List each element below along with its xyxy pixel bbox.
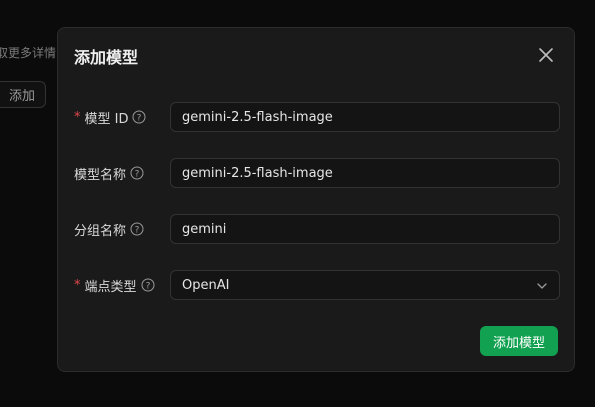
form-row-endpoint-type: * 端点类型 ? OpenAI bbox=[74, 270, 560, 300]
background-add-button[interactable]: 添加 bbox=[0, 81, 46, 108]
add-model-button-label: 添加模型 bbox=[492, 335, 545, 351]
close-button[interactable] bbox=[537, 46, 555, 64]
help-icon[interactable]: ? bbox=[141, 278, 155, 292]
model-name-input[interactable] bbox=[182, 165, 548, 181]
endpoint-type-select[interactable]: OpenAI bbox=[170, 270, 560, 300]
model-id-label: * 模型 ID ? bbox=[74, 102, 146, 132]
form-row-group-name: 分组名称 ? bbox=[74, 214, 560, 244]
model-name-field[interactable] bbox=[170, 158, 560, 188]
svg-text:?: ? bbox=[135, 169, 140, 179]
group-name-field[interactable] bbox=[170, 214, 560, 244]
dialog-title: 添加模型 bbox=[74, 48, 139, 67]
model-id-label-text: 模型 ID bbox=[84, 111, 129, 127]
endpoint-type-value: OpenAI bbox=[182, 277, 230, 293]
required-marker: * bbox=[74, 277, 81, 293]
svg-text:?: ? bbox=[137, 113, 142, 123]
model-id-input[interactable] bbox=[182, 109, 548, 125]
model-name-label: 模型名称 ? bbox=[74, 158, 144, 188]
chevron-down-icon bbox=[537, 283, 547, 289]
help-icon[interactable]: ? bbox=[132, 110, 146, 124]
form-row-model-id: * 模型 ID ? bbox=[74, 102, 560, 132]
required-marker: * bbox=[74, 109, 81, 125]
add-model-button[interactable]: 添加模型 bbox=[480, 326, 558, 356]
model-name-label-text: 模型名称 bbox=[74, 167, 127, 183]
svg-text:?: ? bbox=[145, 281, 150, 291]
group-name-label-text: 分组名称 bbox=[74, 223, 127, 239]
group-name-label: 分组名称 ? bbox=[74, 214, 144, 244]
add-model-dialog: 添加模型 * 模型 ID ? 模型名称 ? bbox=[57, 27, 575, 372]
help-icon[interactable]: ? bbox=[130, 166, 144, 180]
svg-text:?: ? bbox=[135, 225, 140, 235]
help-icon[interactable]: ? bbox=[130, 222, 144, 236]
endpoint-type-label-text: 端点类型 bbox=[84, 279, 137, 295]
background-add-button-label: 添加 bbox=[8, 89, 35, 104]
model-id-field[interactable] bbox=[170, 102, 560, 132]
group-name-input[interactable] bbox=[182, 221, 548, 237]
form-row-model-name: 模型名称 ? bbox=[74, 158, 560, 188]
endpoint-type-label: * 端点类型 ? bbox=[74, 270, 155, 300]
background-hint-text: 取更多详情 bbox=[0, 46, 57, 60]
close-icon bbox=[539, 48, 553, 62]
